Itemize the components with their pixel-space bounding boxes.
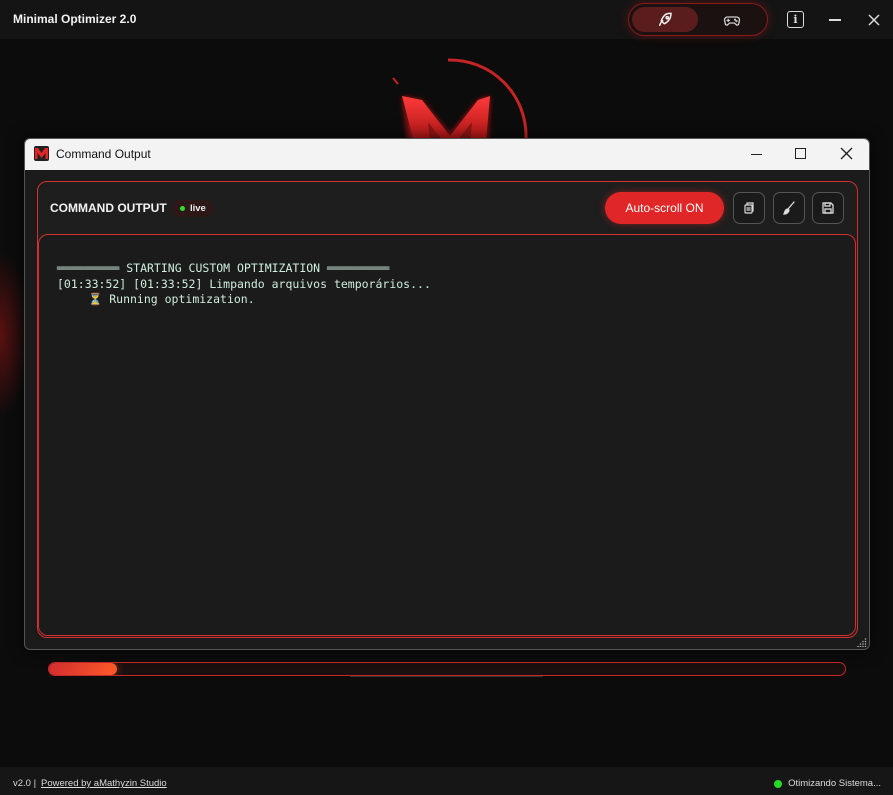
status-indicator: Otimizando Sistema... bbox=[774, 778, 881, 789]
rocket-icon bbox=[659, 12, 672, 26]
gamepad-icon bbox=[723, 15, 741, 26]
console-line: ⏳ Running optimization. bbox=[88, 292, 255, 306]
live-label: live bbox=[190, 203, 206, 214]
autoscroll-toggle-button[interactable]: Auto-scroll ON bbox=[605, 192, 724, 224]
footer: v2.0 | Powered by aMathyzin Studio Otimi… bbox=[0, 767, 893, 795]
window-minimize-button[interactable] bbox=[751, 154, 762, 155]
save-icon bbox=[822, 202, 834, 214]
info-icon: i bbox=[793, 13, 798, 26]
status-text: Otimizando Sistema... bbox=[788, 778, 881, 789]
console-output[interactable]: ═════════ STARTING CUSTOM OPTIMIZATION ═… bbox=[38, 234, 856, 636]
window-title: Command Output bbox=[56, 147, 151, 161]
console-line: [01:33:52] [01:33:52] Limpando arquivos … bbox=[57, 276, 431, 291]
panel-title: COMMAND OUTPUT bbox=[50, 201, 167, 215]
clear-button[interactable] bbox=[773, 192, 805, 224]
command-output-panel: COMMAND OUTPUT live Auto-scroll ON ═════… bbox=[37, 181, 858, 638]
optimize-mode-button[interactable] bbox=[632, 7, 698, 32]
resize-grip-icon[interactable] bbox=[857, 637, 867, 647]
app-titlebar: Minimal Optimizer 2.0 i bbox=[0, 0, 893, 39]
app-title: Minimal Optimizer 2.0 bbox=[13, 12, 137, 26]
brush-icon bbox=[782, 201, 795, 215]
window-close-button[interactable] bbox=[840, 147, 853, 160]
optimization-progress-bar bbox=[48, 662, 846, 676]
progress-divider bbox=[350, 676, 543, 678]
copy-button[interactable] bbox=[733, 192, 765, 224]
live-dot bbox=[180, 206, 185, 211]
progress-fill bbox=[49, 663, 117, 675]
copy-icon bbox=[744, 202, 754, 214]
mode-switch bbox=[628, 3, 768, 36]
status-dot bbox=[774, 779, 783, 788]
app-minimize-button[interactable] bbox=[829, 19, 841, 21]
command-output-titlebar[interactable]: Command Output bbox=[25, 139, 869, 170]
live-badge: live bbox=[172, 200, 214, 217]
version-label: v2.0 | bbox=[13, 778, 37, 789]
save-button[interactable] bbox=[812, 192, 844, 224]
app-close-button[interactable] bbox=[866, 12, 882, 28]
powered-by-link[interactable]: Powered by aMathyzin Studio bbox=[41, 778, 167, 789]
game-mode-button[interactable] bbox=[699, 7, 765, 32]
app-logo-icon bbox=[34, 146, 49, 161]
info-button[interactable]: i bbox=[787, 11, 804, 28]
console-line: ═════════ STARTING CUSTOM OPTIMIZATION ═… bbox=[57, 261, 390, 275]
command-output-window: Command Output COMMAND OUTPUT live Auto-… bbox=[24, 138, 870, 650]
window-maximize-button[interactable] bbox=[795, 148, 806, 159]
